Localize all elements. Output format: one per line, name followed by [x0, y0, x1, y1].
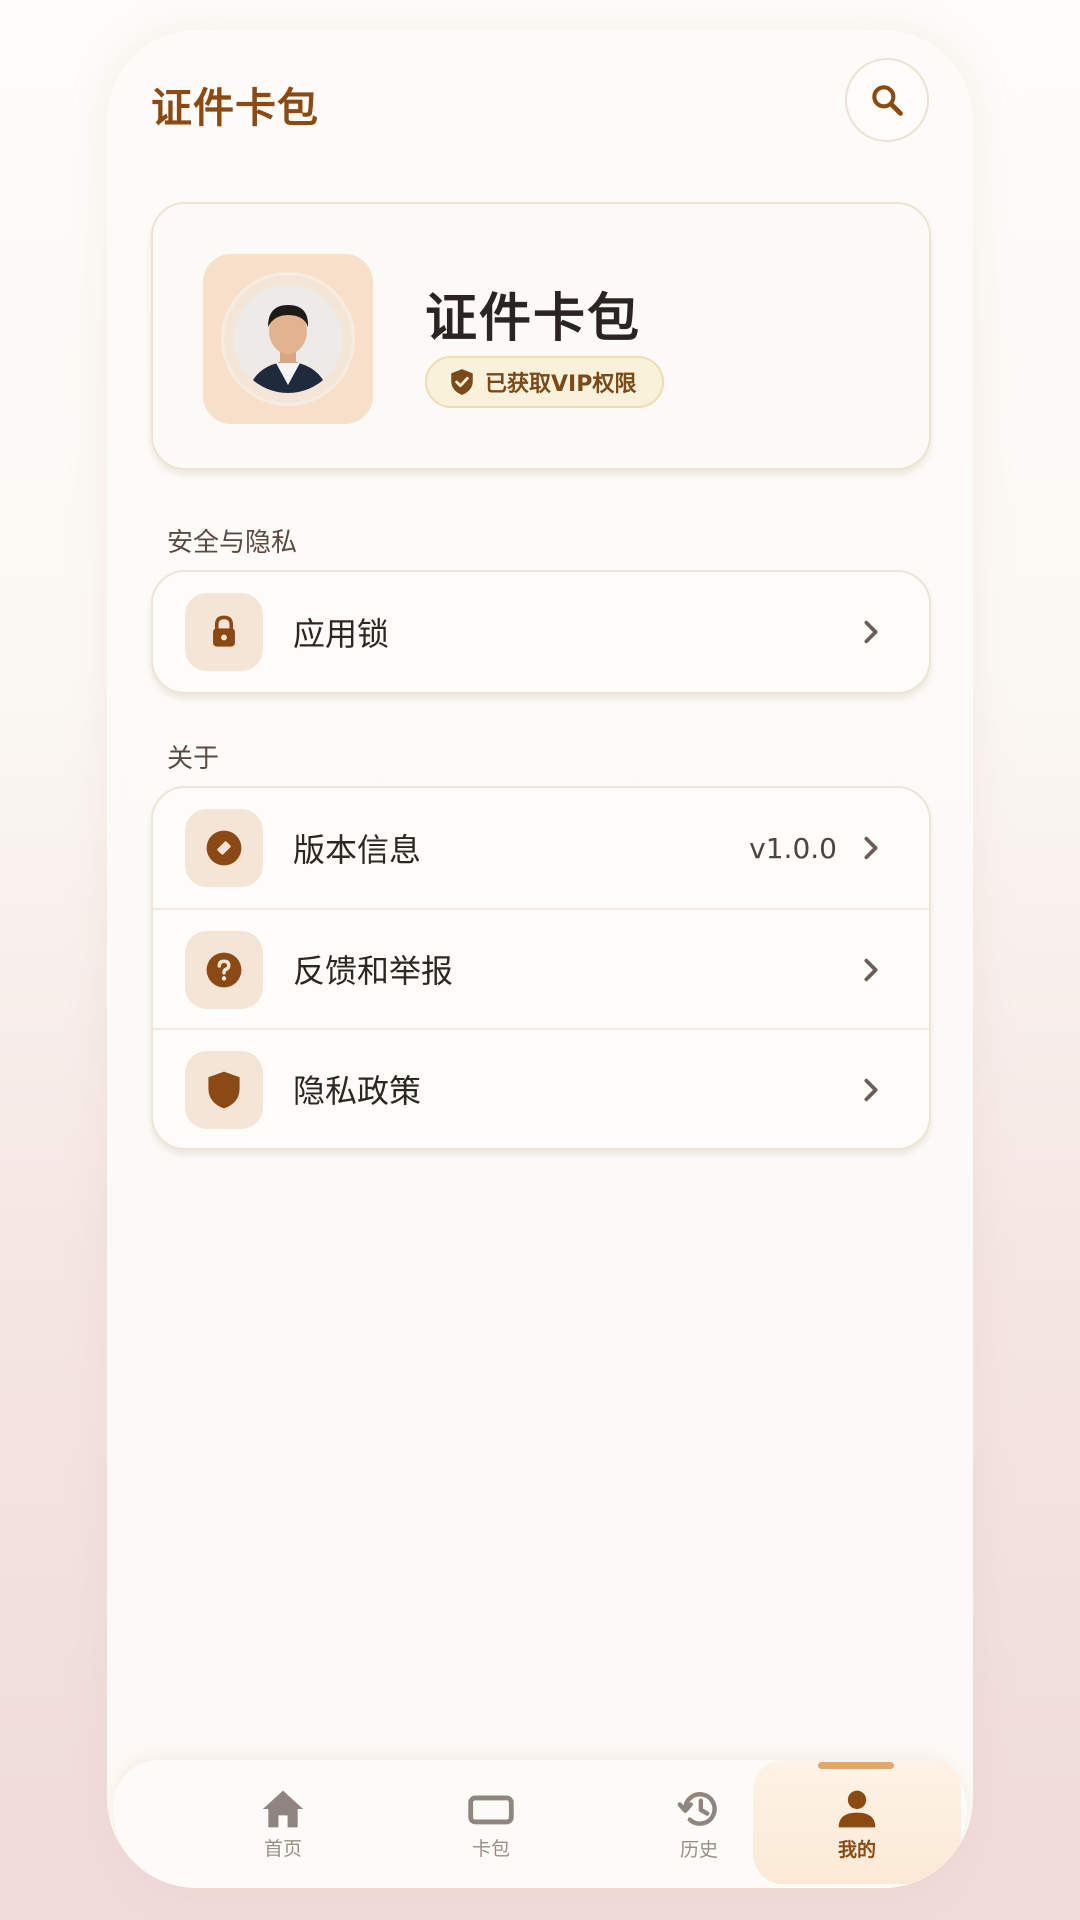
- nav-item-cards[interactable]: 卡包: [391, 1760, 591, 1888]
- list-item-feedback[interactable]: 反馈和举报: [153, 908, 929, 1028]
- avatar-frame: [203, 254, 373, 424]
- nav-label: 卡包: [471, 1837, 510, 1860]
- card-icon: [468, 1795, 514, 1824]
- chevron-right-icon: [864, 836, 878, 860]
- list-item-label: 隐私政策: [293, 1072, 422, 1110]
- person-icon: [838, 1790, 876, 1827]
- nav-label: 首页: [263, 1837, 302, 1860]
- about-card: 版本信息 v1.0.0 反馈和举报 隐私政策: [151, 786, 931, 1150]
- nav-label: 我的: [837, 1838, 876, 1861]
- shield-icon: [208, 1071, 240, 1109]
- list-item-label: 反馈和举报: [293, 952, 454, 990]
- list-item-label: 版本信息: [293, 831, 422, 869]
- search-button[interactable]: [845, 58, 929, 142]
- security-card: 应用锁: [151, 570, 931, 694]
- app-screen: 证件卡包 证件卡包 已获取VIP权限 安全与隐私 应用锁 关于 版本信息 v1.…: [107, 30, 973, 1888]
- history-icon: [677, 1791, 717, 1826]
- list-item-app-lock[interactable]: 应用锁: [153, 572, 929, 692]
- avatar: [234, 285, 342, 393]
- chevron-right-icon: [864, 958, 878, 982]
- chevron-right-icon: [864, 1078, 878, 1102]
- lock-icon: [213, 615, 235, 647]
- nav-label: 历史: [679, 1838, 718, 1861]
- profile-card: 证件卡包 已获取VIP权限: [151, 202, 931, 470]
- list-item-privacy-policy[interactable]: 隐私政策: [153, 1028, 929, 1148]
- verified-shield-icon: [451, 369, 473, 395]
- vip-status-text: 已获取VIP权限: [485, 372, 637, 397]
- chevron-right-icon: [864, 620, 878, 644]
- nav-item-mine[interactable]: 我的: [757, 1760, 957, 1888]
- version-number: v1.0.0: [749, 831, 837, 865]
- list-item-version[interactable]: 版本信息 v1.0.0: [153, 788, 929, 908]
- list-item-label: 应用锁: [293, 615, 390, 653]
- vip-status-badge: 已获取VIP权限: [425, 356, 665, 408]
- profile-name: 证件卡包: [425, 289, 642, 349]
- home-icon: [262, 1790, 304, 1827]
- section-title-security: 安全与隐私: [167, 528, 298, 558]
- section-title-about: 关于: [167, 744, 220, 774]
- bottom-nav: 首页 卡包 历史 我的: [113, 1760, 967, 1888]
- version-tag-icon: [206, 830, 242, 866]
- nav-item-home[interactable]: 首页: [183, 1760, 383, 1888]
- page-title: 证件卡包: [151, 84, 319, 132]
- help-question-icon: [206, 952, 242, 988]
- search-icon: [872, 85, 903, 116]
